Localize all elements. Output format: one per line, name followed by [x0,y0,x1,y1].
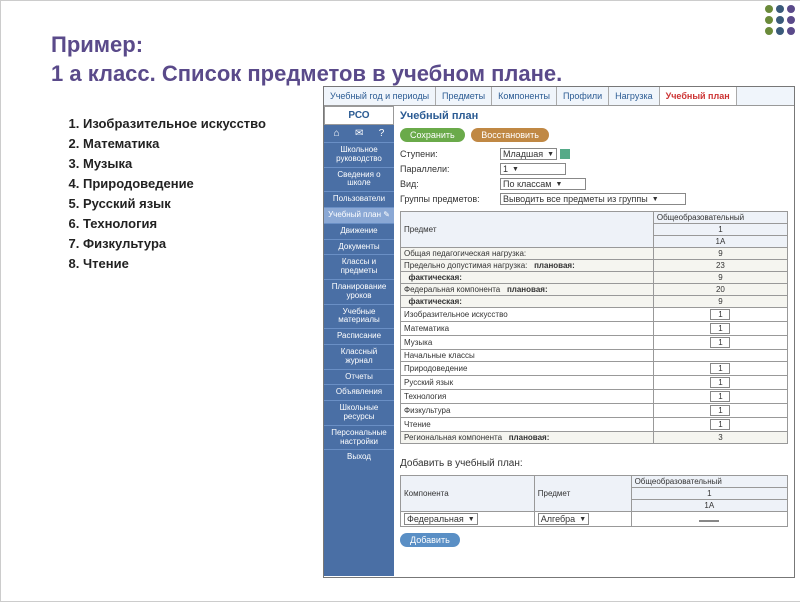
logo: РСО [324,106,394,125]
home-icon[interactable]: ⌂ [334,128,340,139]
table-row: Федеральная компонента плановая:20 [401,284,788,296]
slide-title: Пример: 1 а класс. Список предметов в уч… [51,31,562,88]
hours-input[interactable]: 1 [710,363,730,374]
tab[interactable]: Нагрузка [609,87,659,105]
col-num: 1 [653,224,787,236]
component-select[interactable]: Федеральная▼ [404,513,478,525]
slide-decoration-dots [765,5,795,35]
table-row: фактическая:9 [401,272,788,284]
sidebar-item[interactable]: Документы [324,239,394,255]
col-subject: Предмет [401,212,654,248]
hours-input[interactable]: 1 [710,419,730,430]
list-item: Природоведение [83,176,266,191]
table-row: Музыка1 [401,336,788,350]
main-panel: Учебный план Сохранить Восстановить Ступ… [394,106,794,576]
table-row: Изобразительное искусство1 [401,308,788,322]
mail-icon[interactable]: ✉ [355,128,363,139]
tab[interactable]: Учебный год и периоды [324,87,436,105]
list-item: Изобразительное искусство [83,116,266,131]
sidebar-item[interactable]: Учебные материалы [324,304,394,329]
curriculum-table: Предмет Общеобразовательный 1 1А Общая п… [400,211,788,444]
subject-select[interactable]: Алгебра▼ [538,513,589,525]
kind-label: Вид: [400,179,500,189]
groups-label: Группы предметов: [400,194,500,204]
sidebar-item[interactable]: Планирование уроков [324,279,394,304]
kind-select[interactable]: По классам▼ [500,178,586,190]
tab[interactable]: Компоненты [492,87,557,105]
sidebar-item[interactable]: Персональные настройки [324,425,394,450]
list-item: Музыка [83,156,266,171]
add-section: Добавить в учебный план: Компонента Пред… [400,458,788,547]
save-button[interactable]: Сохранить [400,128,465,142]
tab[interactable]: Профили [557,87,609,105]
app-window: Учебный год и периодыПредметыКомпонентыП… [323,86,795,578]
sidebar-item[interactable]: Школьные ресурсы [324,400,394,425]
subject-list: Изобразительное искусство Математика Музык… [61,116,266,276]
sidebar-item[interactable]: Сведения о школе [324,167,394,192]
table-row: Природоведение1 [401,362,788,376]
list-item: Технология [83,216,266,231]
list-item: Физкультура [83,236,266,251]
add-table: Компонента Предмет Общеобразовательный 1… [400,475,788,527]
section-title: Учебный план [400,110,788,122]
table-row: Чтение1 [401,418,788,432]
table-row: Федеральная▼ Алгебра▼ [401,512,788,527]
parallel-label: Параллели: [400,164,500,174]
hours-input[interactable]: 1 [710,405,730,416]
hours-input[interactable]: 1 [710,391,730,402]
table-row: Региональная компонента плановая: 3 [401,432,788,444]
list-item: Математика [83,136,266,151]
sidebar-item[interactable]: Выход [324,449,394,465]
tab[interactable]: Предметы [436,87,492,105]
add-button[interactable]: Добавить [400,533,460,547]
hours-input[interactable] [699,520,719,522]
title-line-1: Пример: [51,31,562,60]
groups-select[interactable]: Выводить все предметы из группы▼ [500,193,686,205]
table-row: Предельно допустимая нагрузка: плановая:… [401,260,788,272]
list-item: Русский язык [83,196,266,211]
parallel-select[interactable]: 1▼ [500,163,566,175]
sidebar-item[interactable]: Расписание [324,328,394,344]
list-item: Чтение [83,256,266,271]
title-line-2: 1 а класс. Список предметов в учебном пл… [51,60,562,89]
col-group: Общеобразовательный [653,212,787,224]
sidebar: РСО ⌂ ✉ ? Школьное руководствоСведения о… [324,106,394,576]
hours-input[interactable]: 1 [710,309,730,320]
sidebar-item[interactable]: Объявления [324,384,394,400]
edit-icon[interactable] [560,149,570,159]
sidebar-item[interactable]: Классы и предметы [324,254,394,279]
restore-button[interactable]: Восстановить [471,128,549,142]
col-class: 1А [653,236,787,248]
sidebar-item[interactable]: Отчеты [324,369,394,385]
add-title: Добавить в учебный план: [400,458,788,469]
tab[interactable]: Учебный план [660,87,737,105]
level-select[interactable]: Младшая▼ [500,148,557,160]
table-row: Математика1 [401,322,788,336]
level-label: Ступени: [400,149,500,159]
table-row: Общая педагогическая нагрузка:9 [401,248,788,260]
table-row: Русский язык1 [401,376,788,390]
table-row: Начальные классы [401,350,788,362]
hours-input[interactable]: 1 [710,323,730,334]
table-row: Физкультура1 [401,404,788,418]
help-icon[interactable]: ? [379,128,385,139]
sidebar-item[interactable]: Классный журнал [324,344,394,369]
table-row: фактическая:9 [401,296,788,308]
sidebar-item[interactable]: Пользователи [324,191,394,207]
hours-input[interactable]: 1 [710,337,730,348]
tab-bar: Учебный год и периодыПредметыКомпонентыП… [324,87,794,106]
sidebar-icons: ⌂ ✉ ? [324,125,394,142]
sidebar-item[interactable]: Учебный план ✎ [324,207,394,223]
hours-input[interactable]: 1 [710,377,730,388]
sidebar-item[interactable]: Движение [324,223,394,239]
table-row: Технология1 [401,390,788,404]
sidebar-item[interactable]: Школьное руководство [324,142,394,167]
